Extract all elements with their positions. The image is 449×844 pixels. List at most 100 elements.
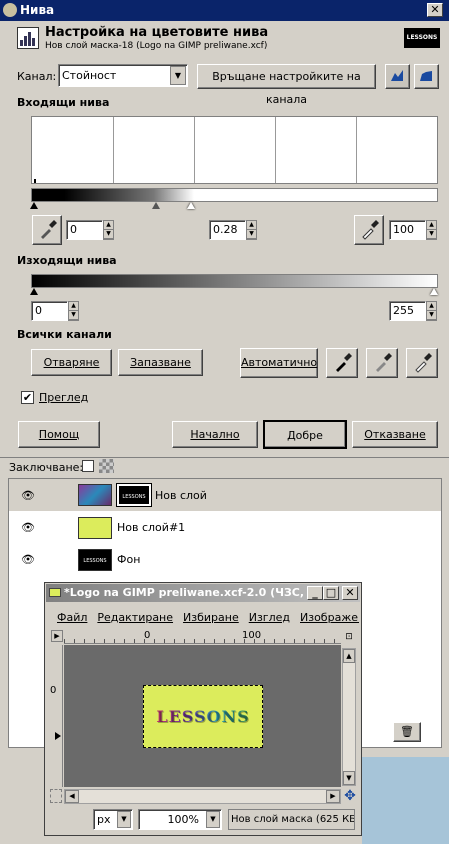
eye-icon[interactable]: 👁 <box>21 489 35 502</box>
input-high-spinner[interactable]: ▲ ▼ <box>426 220 437 240</box>
quick-mask-icon[interactable] <box>50 789 62 803</box>
layer-name: Нов слой#1 <box>117 521 186 534</box>
menu-select[interactable]: Избиране <box>183 611 239 624</box>
maximize-button[interactable]: □ <box>323 586 339 600</box>
zoom-dropdown-icon[interactable]: ▼ <box>206 811 220 828</box>
white-eyedropper-icon[interactable] <box>406 348 438 378</box>
navigation-move-icon[interactable]: ✥ <box>343 789 357 804</box>
vertical-scrollbar[interactable]: ▲ ▼ <box>342 648 356 786</box>
channel-label: Канал: <box>17 70 57 83</box>
cancel-button[interactable]: Отказване <box>352 421 438 448</box>
dialog-title: Нива <box>20 3 55 17</box>
save-button[interactable]: Запазване <box>118 349 203 376</box>
unit-dropdown-icon[interactable]: ▼ <box>117 811 131 828</box>
canvas-lessons-text: LESSONS <box>156 707 250 726</box>
scroll-down-icon[interactable]: ▼ <box>343 771 355 785</box>
ruler-marker <box>55 732 61 740</box>
ruler-label-0: 0 <box>144 630 151 641</box>
output-high-spinner[interactable]: ▲ ▼ <box>426 301 437 321</box>
dialog-heading: Настройка на цветовите нива <box>45 25 269 40</box>
output-high-field[interactable]: 255 <box>389 301 426 321</box>
input-high-slider[interactable] <box>187 202 195 209</box>
layer-row[interactable]: 👁 LESSONS Фон <box>9 544 441 575</box>
delete-layer-icon[interactable]: 🗑 <box>393 722 421 742</box>
gray-eyedropper-icon[interactable] <box>366 348 398 378</box>
ok-button-label: Добре <box>287 429 323 442</box>
app-icon <box>3 3 17 17</box>
output-low-spinner[interactable]: ▲ ▼ <box>68 301 79 321</box>
channel-select[interactable]: Стойност ▼ <box>58 64 188 87</box>
save-button-label: Запазване <box>130 356 191 369</box>
reset-button[interactable]: Начално <box>172 421 258 448</box>
open-button[interactable]: Отваряне <box>31 349 112 376</box>
ruler-corner-icon[interactable]: ▶ <box>51 630 63 642</box>
input-low-slider[interactable] <box>30 202 38 209</box>
image-window-icon <box>49 588 61 597</box>
eye-icon[interactable]: 👁 <box>21 553 35 566</box>
histogram <box>31 116 438 184</box>
eye-icon[interactable]: 👁 <box>21 521 35 534</box>
canvas-image: LESSONS <box>143 685 263 748</box>
image-close-button[interactable]: ✕ <box>342 586 358 600</box>
input-gamma-slider[interactable] <box>152 202 160 209</box>
menu-edit[interactable]: Редактиране <box>97 611 173 624</box>
layer-thumbnail <box>78 517 112 539</box>
output-low-field[interactable]: 0 <box>31 301 68 321</box>
unit-value: px <box>97 813 111 826</box>
lock-pixels-checkbox[interactable] <box>82 460 94 472</box>
layer-row[interactable]: 👁 Нов слой#1 <box>9 512 441 543</box>
help-button[interactable]: Помощ <box>18 421 100 448</box>
scroll-left-icon[interactable]: ◀ <box>65 790 79 803</box>
horizontal-scrollbar[interactable]: ◀ ▶ <box>64 789 341 804</box>
horizontal-ruler: 0 100 <box>64 630 341 644</box>
chevron-down-icon[interactable]: ▼ <box>170 66 186 85</box>
desktop-background-blue <box>362 757 449 844</box>
ok-button[interactable]: Добре <box>263 420 347 449</box>
scroll-right-icon[interactable]: ▶ <box>326 790 340 803</box>
black-eyedropper-icon[interactable] <box>326 348 358 378</box>
preview-checkbox[interactable]: ✔ <box>21 391 34 404</box>
input-low-field[interactable]: 0 <box>66 220 103 240</box>
navigate-icon[interactable]: ⊡ <box>342 630 356 644</box>
input-low-spinner[interactable]: ▲ ▼ <box>103 220 114 240</box>
log-histogram-icon[interactable] <box>414 64 439 89</box>
input-gamma-field[interactable]: 0.28 <box>209 220 246 240</box>
scroll-up-icon[interactable]: ▲ <box>343 649 355 663</box>
output-low-slider[interactable] <box>30 288 38 295</box>
menu-file[interactable]: Файл <box>57 611 87 624</box>
reset-channel-button[interactable]: Връщане настройките на канала <box>197 64 376 106</box>
header-icon <box>17 27 39 49</box>
input-levels-label: Входящи нива <box>17 96 110 109</box>
input-high-field[interactable]: 100 <box>389 220 426 240</box>
menu-view[interactable]: Изглед <box>249 611 290 624</box>
lock-alpha-icon[interactable] <box>99 459 114 473</box>
canvas-area[interactable]: LESSONS <box>64 645 341 787</box>
pick-white-point-eyedropper-icon[interactable] <box>354 215 384 245</box>
output-high-slider[interactable] <box>430 288 438 295</box>
output-gradient-bar <box>31 274 438 288</box>
layer-thumbnail <box>78 484 112 506</box>
open-button-label: Отваряне <box>43 356 100 369</box>
zoom-select[interactable]: 100% ▼ <box>138 809 222 830</box>
auto-button[interactable]: Автоматично <box>240 348 318 378</box>
status-text: Нов слой маска (625 КБ) <box>228 809 355 830</box>
layer-mask-thumbnail: LESSONS <box>116 483 152 507</box>
image-window-title: *Logo na GIMP preliwane.xcf-2.0 (ЧЗС, 3.… <box>64 586 329 599</box>
dialog-subtitle: Нов слой маска-18 (Logo na GIMP preliwan… <box>45 41 268 51</box>
unit-select[interactable]: px ▼ <box>93 809 133 830</box>
vertical-ruler: 0 <box>49 645 63 787</box>
menu-image[interactable]: Изображение <box>300 611 359 624</box>
input-gamma-spinner[interactable]: ▲ ▼ <box>246 220 257 240</box>
output-levels-label: Изходящи нива <box>17 254 117 267</box>
pick-black-point-eyedropper-icon[interactable] <box>32 215 62 245</box>
input-gradient-bar <box>31 188 438 202</box>
vertical-ruler-label-0: 0 <box>50 685 57 696</box>
zoom-value: 100% <box>167 813 199 826</box>
reset-button-label: Начално <box>190 428 240 441</box>
close-button[interactable]: ✕ <box>427 3 443 17</box>
linear-histogram-icon[interactable] <box>385 64 410 89</box>
layer-row[interactable]: 👁 LESSONS Нов слой <box>9 479 441 511</box>
minimize-button[interactable]: _ <box>307 586 323 600</box>
layer-name: Фон <box>117 553 141 566</box>
all-channels-label: Всички канали <box>17 328 112 341</box>
